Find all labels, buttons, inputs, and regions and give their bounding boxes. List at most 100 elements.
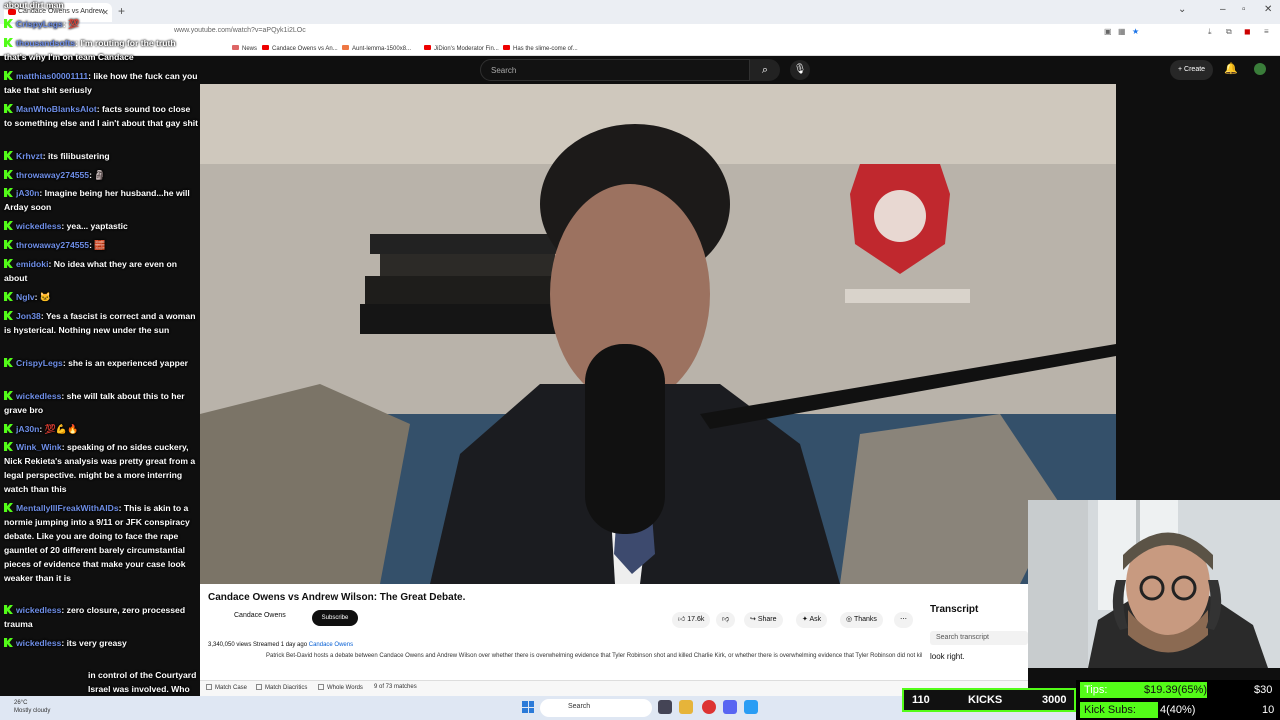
menu-icon[interactable]: ≡ <box>1264 27 1269 36</box>
bookmark-item[interactable]: JiDion's Moderator Fin... <box>424 45 499 52</box>
like-button[interactable]: 👍︎ 17.6k <box>672 612 711 628</box>
match-count: 9 of 73 matches <box>374 684 417 690</box>
bookmark-star-icon[interactable]: ★ <box>1132 27 1139 36</box>
kick-badge-icon <box>4 638 13 647</box>
emote-icon: 🗿 <box>94 170 106 180</box>
screenshot-icon[interactable]: ▦ <box>1118 27 1126 36</box>
share-icon: ↪ <box>750 616 758 623</box>
thanks-icon: ◎ <box>846 616 854 623</box>
chat-message: Nglv: 🐱 <box>4 290 198 304</box>
ask-button[interactable]: ✦ Ask <box>796 612 828 628</box>
transcript-line[interactable]: look right. <box>930 652 965 661</box>
kick-badge-icon <box>4 188 13 197</box>
bookmark-item[interactable]: Aunt-lemma-1500x8... <box>342 45 411 52</box>
weather-widget[interactable]: 26°C Mostly cloudy <box>14 699 50 715</box>
chat-message: throwaway274555: 🗿 <box>4 168 198 182</box>
bookmark-item[interactable]: Has the slime-come of... <box>503 45 578 52</box>
subscribe-button[interactable]: Subscribe <box>312 610 358 626</box>
chat-message: CrispyLegs: 💯 <box>4 17 198 31</box>
download-icon[interactable]: ⤓ <box>1208 27 1212 37</box>
chat-message: CrispyLegs: she is an experienced yapper <box>4 356 198 370</box>
kick-badge-icon <box>4 503 13 512</box>
kick-badge-icon <box>4 358 13 367</box>
windows-start-icon[interactable] <box>522 701 534 713</box>
thumbs-up-icon: 👍︎ <box>678 616 688 623</box>
more-actions-button[interactable]: ⋯ <box>894 612 913 628</box>
emote-icon: 🧱 <box>94 240 106 250</box>
100-emoji-icon: 💯 <box>68 19 80 29</box>
search-input[interactable]: Search <box>480 59 750 81</box>
chat-message: Jon38: Yes a fascist is correct and a wo… <box>4 311 196 335</box>
emote-icon: 💯💪🔥 <box>44 424 79 434</box>
video-player[interactable] <box>200 84 1116 584</box>
kicks-current: 110 <box>912 694 930 706</box>
profile-icon[interactable]: ◼ <box>1244 27 1251 36</box>
microphone-icon[interactable]: 🎙 <box>790 60 810 80</box>
chat-message: matthias00001111: like how the fuck can … <box>4 71 198 95</box>
kick-badge-icon <box>4 19 13 28</box>
kick-badge-icon <box>4 424 13 433</box>
app-icon[interactable] <box>744 700 758 714</box>
chevron-down-icon[interactable]: ⌄ <box>1178 4 1186 15</box>
match-case-checkbox[interactable]: Match Case <box>206 684 247 691</box>
kick-badge-icon <box>4 151 13 160</box>
tips-value: $19.39(65%) <box>1144 684 1207 696</box>
chat-message: jA30n: Imagine being her husband...he wi… <box>4 188 190 212</box>
share-button[interactable]: ↪ Share <box>744 612 783 628</box>
tips-goal-widget: Tips: $19.39(65%) $30 Kick Subs: 4(40%) … <box>1076 680 1280 720</box>
thanks-button[interactable]: ◎ Thanks <box>840 612 883 628</box>
screen: Candace Owens vs Andrew ✕ + ⌄ – ▫ ✕ www.… <box>0 0 1280 720</box>
bookmark-item[interactable]: News <box>232 45 257 52</box>
webcam-feed <box>1028 500 1280 668</box>
file-explorer-icon[interactable] <box>679 700 693 714</box>
chat-message: MentallyIllFreakWithAIDs: This is akin t… <box>4 503 190 583</box>
subs-label: Kick Subs: <box>1084 704 1136 716</box>
extensions-icon[interactable]: ⧉ <box>1226 27 1232 37</box>
avatar[interactable] <box>1254 63 1266 75</box>
create-button[interactable]: + Create <box>1170 60 1214 80</box>
kick-badge-icon <box>4 259 13 268</box>
kick-badge-icon <box>4 391 13 400</box>
kick-badge-icon <box>4 38 13 47</box>
subs-value: 4(40%) <box>1160 704 1196 716</box>
chat-message: emidoki: No idea what they are even on a… <box>4 259 177 283</box>
dislike-button[interactable]: 👎︎ <box>716 612 736 628</box>
thumbs-down-icon: 👎︎ <box>722 616 730 623</box>
close-window-icon[interactable]: ✕ <box>1264 4 1272 15</box>
chrome-icon[interactable] <box>702 700 716 714</box>
search-icon[interactable]: ⌕ <box>750 59 780 81</box>
taskbar-search[interactable]: Search <box>540 699 652 717</box>
kick-badge-icon <box>4 442 13 451</box>
chat-message: wickedless: its very greasy <box>4 636 198 650</box>
kick-badge-icon <box>4 170 13 179</box>
chat-message: wickedless: yea... yaptastic <box>4 219 198 233</box>
emote-icon: 🐱 <box>39 292 52 302</box>
chat-message: about dirt man <box>4 0 64 10</box>
kick-badge-icon <box>4 605 13 614</box>
transcript-panel: Transcript Search transcript look right. <box>922 598 1028 668</box>
transcript-search-input[interactable]: Search transcript <box>930 631 1028 645</box>
subs-goal: 10 <box>1262 704 1275 716</box>
kick-badge-icon <box>4 104 13 113</box>
channel-name[interactable]: Candace Owens <box>234 612 286 619</box>
kick-badge-icon <box>4 221 13 230</box>
stream-chat-overlay: about dirt man CrispyLegs: 💯 thousandsof… <box>0 0 200 650</box>
chat-message: jA30n: 💯💪🔥 <box>4 422 198 436</box>
chat-message: ManWhoBlanksAlot: facts sound too close … <box>4 104 198 128</box>
chat-message: wickedless: she will talk about this to … <box>4 391 185 415</box>
whole-words-checkbox[interactable]: Whole Words <box>318 684 363 691</box>
webcam-overlay <box>1028 500 1280 668</box>
minimize-icon[interactable]: – <box>1220 4 1226 15</box>
chat-message: wickedless: zero closure, zero processed… <box>4 605 186 629</box>
discord-icon[interactable] <box>723 700 737 714</box>
tips-goal: $30 <box>1254 684 1273 696</box>
chat-message: throwaway274555: 🧱 <box>4 238 198 252</box>
tab-search-icon[interactable]: ▣ <box>1104 27 1112 36</box>
task-view-icon[interactable] <box>658 700 672 714</box>
notifications-bell-icon[interactable]: 🔔 <box>1224 62 1238 75</box>
video-title: Candace Owens vs Andrew Wilson: The Grea… <box>208 592 466 603</box>
maximize-icon[interactable]: ▫ <box>1242 4 1246 15</box>
match-diacritics-checkbox[interactable]: Match Diacritics <box>256 684 307 691</box>
bookmark-item[interactable]: Candace Owens vs An... <box>262 45 338 52</box>
kick-badge-icon <box>4 311 13 320</box>
